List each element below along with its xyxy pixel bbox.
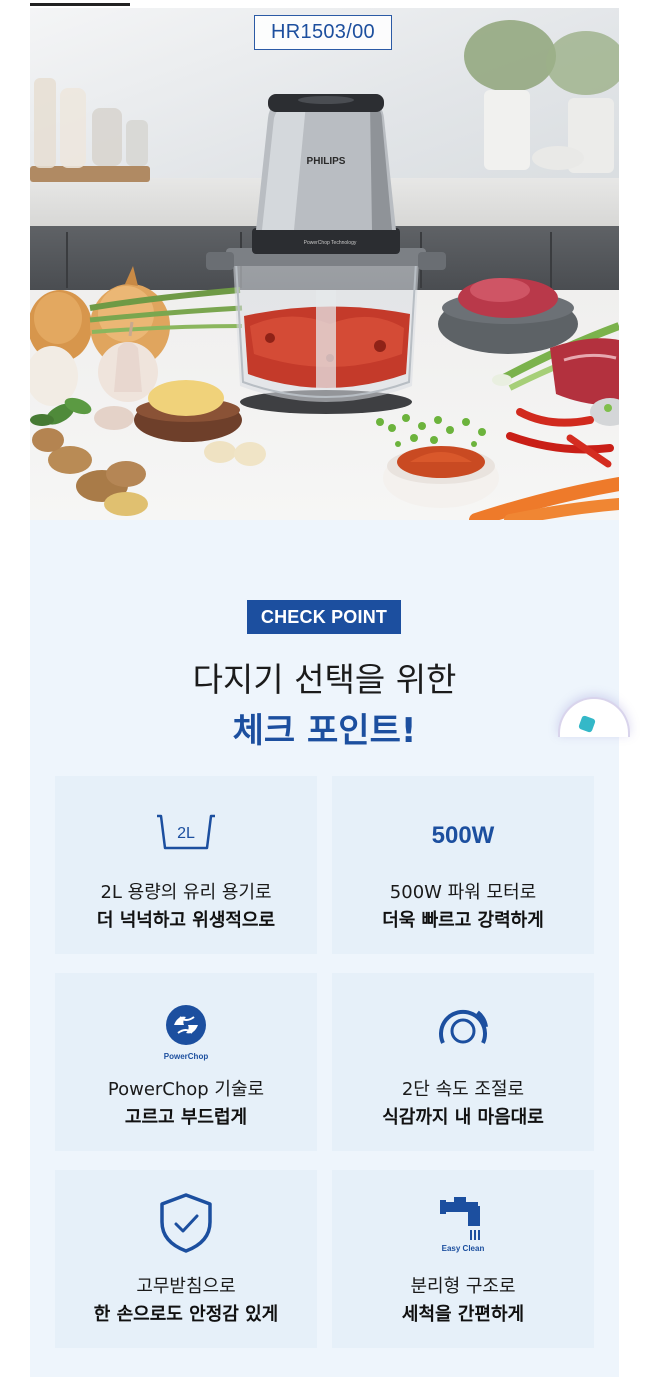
feature-line2: 더욱 빠르고 강력하게: [382, 910, 544, 931]
wattage-text: 500W: [431, 822, 495, 849]
chat-icon: [578, 715, 596, 733]
feature-line1: 분리형 구조로: [410, 1276, 516, 1297]
feature-card-capacity: 2L 2L 용량의 유리 용기로 더 넉넉하고 위생적으로: [55, 776, 317, 954]
powerchop-icon-caption: PowerChop: [163, 1052, 209, 1061]
powerchop-icon: [55, 973, 317, 1063]
feature-card-power: 500W 500W 파워 모터로 더욱 빠르고 강력하게: [332, 776, 594, 954]
feature-card-cleaning: Easy Clean 분리형 구조로 세척을 간편하게: [332, 1170, 594, 1348]
hero-illustration: PHILIPS PowerChop Technology: [30, 20, 619, 520]
feature-line1: 500W 파워 모터로: [389, 882, 537, 903]
shield-check-icon: [55, 1170, 317, 1260]
product-detail-page[interactable]: PHILIPS PowerChop Technology HR1503/00 C…: [30, 8, 619, 1377]
feature-card-stability: 고무받침으로 한 손으로도 안정감 있게: [55, 1170, 317, 1348]
feature-card-powerchop: PowerChop PowerChop 기술로 고르고 부드럽게: [55, 973, 317, 1151]
hero-product-image: PHILIPS PowerChop Technology HR1503/00: [30, 8, 619, 520]
feature-line1: 2L 용량의 유리 용기로: [100, 882, 272, 903]
feature-line1: PowerChop 기술로: [107, 1079, 265, 1100]
feature-line2: 고르고 부드럽게: [124, 1107, 248, 1128]
philips-logo: PHILIPS: [307, 156, 346, 167]
section-title-line1: 다지기 선택을 위한: [192, 660, 457, 699]
feature-line2: 더 넉넉하고 위생적으로: [96, 910, 276, 931]
feature-line2: 한 손으로도 안정감 있게: [93, 1304, 279, 1325]
feature-line2: 식감까지 내 마음대로: [382, 1107, 544, 1128]
feature-line1: 고무받침으로: [136, 1276, 236, 1297]
model-number-tag: HR1503/00: [254, 15, 392, 50]
easy-clean-caption: Easy Clean: [441, 1244, 485, 1253]
feature-card-speed: 2단 속도 조절로 식감까지 내 마음대로: [332, 973, 594, 1151]
bowl-2l-icon: 2L: [55, 776, 317, 866]
section-title-line2: 체크 포인트!: [232, 711, 417, 751]
feature-line1: 2단 속도 조절로: [401, 1079, 525, 1100]
scroll-progress-indicator: [30, 3, 130, 6]
top-bar: [0, 0, 648, 8]
bowl-2l-label: 2L: [177, 825, 195, 842]
speed-dial-icon: [332, 973, 594, 1063]
feature-line2: 세척을 간편하게: [401, 1304, 525, 1325]
powerchop-lid-text: PowerChop Technology: [304, 240, 357, 246]
check-point-badge: CHECK POINT: [247, 600, 401, 634]
